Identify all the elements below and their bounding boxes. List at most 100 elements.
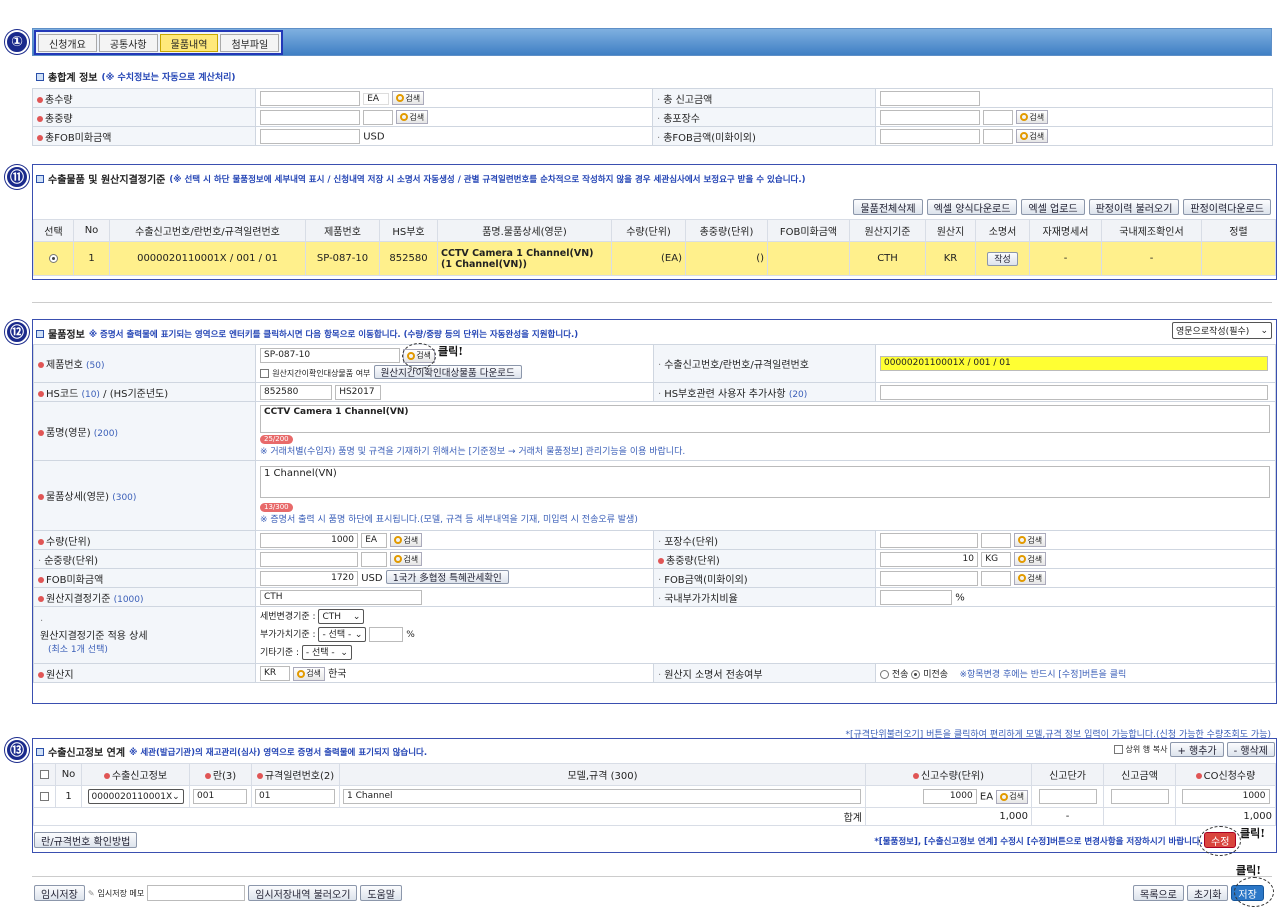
link-ran-input[interactable]: 001 <box>193 789 247 804</box>
goods-row-radio[interactable] <box>49 253 58 263</box>
net-weight-unit-input[interactable] <box>361 551 388 567</box>
other-criteria-select[interactable]: - 선택 - ⌄ <box>301 645 352 660</box>
total-qty-input[interactable] <box>260 90 360 106</box>
qty-unit-search-button[interactable]: 검색 <box>390 533 423 547</box>
decl-no-input[interactable]: 0000020110001X / 001 / 01 <box>880 356 1268 371</box>
tab-goods[interactable]: 물품내역 <box>159 34 219 52</box>
gross-weight-input[interactable]: 10 <box>880 551 978 567</box>
total-qty-search-button[interactable]: 검색 <box>392 91 425 105</box>
gross-weight-unit-input[interactable]: KG <box>981 551 1012 567</box>
col-weight: 총중량(단위) <box>685 219 768 242</box>
fob-other-search-button[interactable]: 검색 <box>1014 571 1047 585</box>
fob-input[interactable]: 1720 <box>260 570 358 586</box>
language-select[interactable]: 영문으로작성(필수) ⌄ <box>1172 322 1272 339</box>
qty-input[interactable]: 1000 <box>260 532 358 548</box>
load-history-button[interactable]: 판정이력 불러오기 <box>1088 199 1180 215</box>
list-button[interactable]: 목록으로 <box>1133 885 1184 901</box>
click-highlight-modify <box>1199 826 1241 856</box>
pkg-input[interactable] <box>880 532 978 548</box>
col-domestic: 국내제조확인서 <box>1101 219 1202 242</box>
gross-weight-search-button[interactable]: 검색 <box>1014 552 1047 566</box>
origin-search-button[interactable]: 검색 <box>293 666 325 681</box>
hs-year-input[interactable]: HS2017 <box>335 384 382 400</box>
fta-check-button[interactable]: 1국가 多협정 특혜관세확인 <box>385 570 509 585</box>
excel-upload-button[interactable]: 엑셀 업로드 <box>1021 199 1085 215</box>
value-added-input[interactable] <box>369 627 404 642</box>
pkg-unit-search-button[interactable]: 검색 <box>1014 533 1047 547</box>
add-row-button[interactable]: + 행추가 <box>1170 742 1224 757</box>
name-textarea[interactable]: CCTV Camera 1 Channel(VN) <box>260 405 1270 433</box>
tab-bar: 신청개요 공통사항 물품내역 첨부파일 <box>32 28 1272 56</box>
link-row-checkbox[interactable] <box>40 791 49 801</box>
total-weight-input[interactable] <box>260 109 360 125</box>
temp-save-button[interactable]: 임시저장 <box>34 885 85 901</box>
product-no-input[interactable]: SP-087-10 <box>260 348 400 363</box>
link-amount-input[interactable] <box>1110 789 1169 804</box>
reset-button[interactable]: 초기화 <box>1186 885 1229 901</box>
load-temp-button[interactable]: 임시저장내역 불러오기 <box>248 885 358 901</box>
total-packages-input[interactable] <box>880 109 980 125</box>
total-fob-other-input[interactable] <box>880 128 980 144</box>
link-co-qty-input[interactable]: 1000 <box>1181 789 1270 804</box>
hs-code-input[interactable]: 852580 <box>260 384 332 400</box>
col-origin: 원산지 <box>925 219 976 242</box>
goods-section-title: 수출물품 및 원산지결정기준 (※ 선택 시 하단 물품정보에 세부내역 표시 … <box>36 171 805 186</box>
hs-user-input[interactable] <box>880 384 1268 400</box>
simple-confirm-checkbox[interactable] <box>260 368 269 378</box>
link-seq-input[interactable]: 01 <box>255 789 335 804</box>
delete-all-goods-button[interactable]: 물품전체삭제 <box>853 199 923 215</box>
search-icon <box>1018 574 1027 582</box>
simple-confirm-download-button[interactable]: 원산지간이확인대상물품 다운로드 <box>373 365 522 379</box>
tab-attachments[interactable]: 첨부파일 <box>220 34 280 52</box>
total-declared-input[interactable] <box>880 90 980 106</box>
net-weight-input[interactable] <box>260 551 358 567</box>
domestic-ratio-input[interactable] <box>880 589 952 605</box>
link-select-all-checkbox[interactable] <box>40 769 49 779</box>
total-fob-other-search-button[interactable]: 검색 <box>1016 129 1049 143</box>
no-send-radio[interactable] <box>911 669 921 679</box>
download-history-button[interactable]: 판정이력다운로드 <box>1183 199 1271 215</box>
goods-table: 선택 No 수출신고번호/란번호/규격일련번호 제품번호 HS부호 품명.물품상… <box>33 219 1276 276</box>
link-unit-search-button[interactable]: 검색 <box>996 789 1028 804</box>
criteria-input[interactable]: CTH <box>260 589 422 605</box>
tab-common[interactable]: 공통사항 <box>98 34 158 52</box>
total-weight-label: 총중량 <box>32 107 256 127</box>
detail-label: 물품상세(영문) (300) <box>33 460 256 531</box>
total-fob-other-unit-input[interactable] <box>983 128 1014 144</box>
copy-upper-checkbox[interactable] <box>1113 745 1123 754</box>
total-weight-search-button[interactable]: 검색 <box>396 110 429 124</box>
tariff-shift-select[interactable]: CTH ⌄ <box>318 609 365 624</box>
delete-row-button[interactable]: - 행삭제 <box>1226 742 1275 757</box>
link-model-input[interactable]: 1 Channel <box>343 789 861 804</box>
temp-memo-input[interactable] <box>147 885 246 901</box>
excel-template-download-button[interactable]: 엑셀 양식다운로드 <box>926 199 1018 215</box>
origin-code-input[interactable]: KR <box>260 666 290 682</box>
fob-other-input[interactable] <box>880 570 978 586</box>
chevron-down-icon: ⌄ <box>172 791 180 802</box>
value-added-select[interactable]: - 선택 - ⌄ <box>318 627 367 642</box>
click-annotation-modify: 클릭! <box>1240 827 1266 840</box>
send-radio[interactable] <box>880 669 889 679</box>
pkg-unit-input[interactable] <box>981 532 1012 548</box>
col-fob: FOB미화금액 <box>767 219 850 242</box>
net-weight-search-button[interactable]: 검색 <box>390 552 423 566</box>
tab-overview[interactable]: 신청개요 <box>38 34 97 52</box>
col-sort: 정렬 <box>1201 219 1276 242</box>
link-decl-select[interactable]: 0000020110001X ⌄ <box>87 789 184 804</box>
detail-textarea[interactable]: 1 Channel(VN) <box>260 466 1270 498</box>
qty-unit-input[interactable]: EA <box>361 532 388 548</box>
fob-other-unit-input[interactable] <box>981 570 1012 586</box>
help-button[interactable]: 도움말 <box>360 885 403 901</box>
link-qty-input[interactable]: 1000 <box>922 789 977 804</box>
total-packages-search-button[interactable]: 검색 <box>1016 110 1049 124</box>
total-fob-input[interactable] <box>260 128 360 144</box>
total-packages-unit-input[interactable] <box>983 109 1014 125</box>
goods-row[interactable]: 1 0000020110001X / 001 / 01 SP-087-10 85… <box>33 241 1276 276</box>
howto-button[interactable]: 란/규격번호 확인방법 <box>34 832 138 848</box>
col-no: No <box>73 219 110 242</box>
link-price-input[interactable] <box>1038 789 1097 804</box>
footer-divider <box>32 876 1272 877</box>
total-weight-unit-input[interactable] <box>363 109 394 125</box>
write-statement-button[interactable]: 작성 <box>987 251 1018 266</box>
click-annotation-search: 클릭! <box>438 345 464 358</box>
